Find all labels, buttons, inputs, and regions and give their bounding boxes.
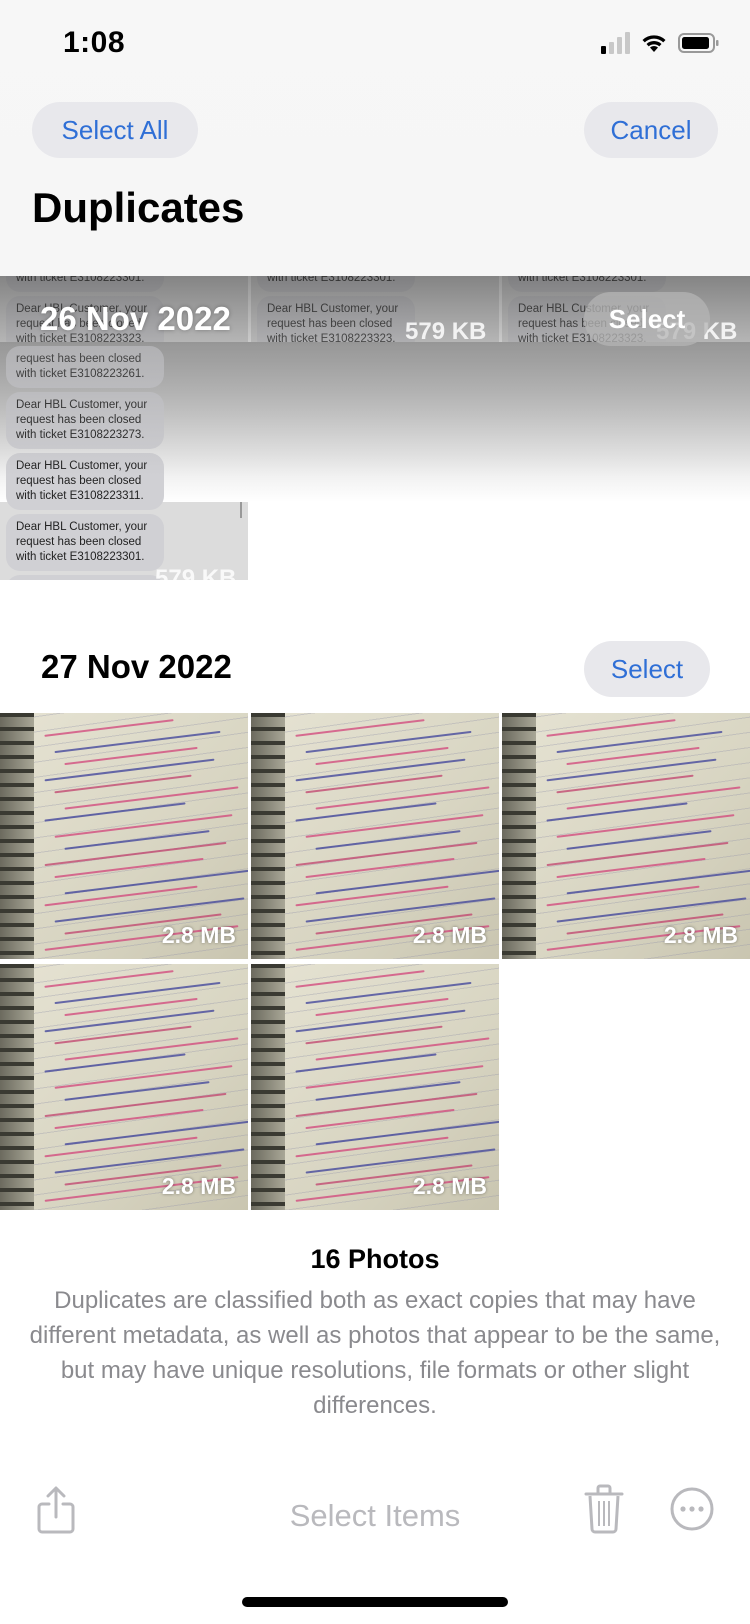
section-select-button[interactable]: Select <box>584 641 710 697</box>
file-size-label: 2.8 MB <box>161 1173 236 1199</box>
cancel-button[interactable]: Cancel <box>584 102 718 158</box>
home-indicator <box>242 1597 508 1607</box>
photo-thumbnail-overflow[interactable]: request has been closed with ticket E310… <box>0 342 248 580</box>
status-time: 1:08 <box>63 26 126 59</box>
photo-count: 16 Photos <box>310 1244 440 1274</box>
message-bubble: request has been closed with ticket E310… <box>6 276 164 292</box>
summary: 16 Photos Duplicates are classified both… <box>0 1244 750 1423</box>
photo-thumbnail[interactable]: 2.8 MB <box>0 713 248 959</box>
section-date: 26 Nov 2022 <box>40 300 231 337</box>
photo-thumbnail[interactable]: 2.8 MB <box>251 713 499 959</box>
file-size-label: 2.8 MB <box>161 922 236 948</box>
bottom-toolbar: Select Items <box>0 1484 750 1550</box>
status-icons <box>601 32 720 54</box>
section-select-button[interactable]: Select <box>584 292 710 346</box>
file-size-label: 2.8 MB <box>412 922 487 948</box>
notebook-spiral <box>251 964 285 1210</box>
file-size-label: 579 KB <box>155 565 237 592</box>
select-items-label: Select Items <box>289 1498 461 1533</box>
more-icon[interactable] <box>669 1486 715 1532</box>
wifi-icon <box>642 35 666 52</box>
message-bubble: request has been closed with ticket E310… <box>508 276 666 292</box>
section-date: 27 Nov 2022 <box>41 648 232 685</box>
photo-thumbnail[interactable]: 2.8 MB <box>0 964 248 1210</box>
battery-icon <box>678 33 719 53</box>
message-bubble: request has been closed with ticket E310… <box>257 276 415 292</box>
notebook-spiral <box>502 713 536 959</box>
message-bubble: Dear HBL Customer, your request has been… <box>6 453 164 510</box>
message-bubble: Dear HBL Customer, your request has been… <box>6 392 164 449</box>
file-size-label: 2.8 MB <box>663 922 738 948</box>
select-all-button[interactable]: Select All <box>32 102 198 158</box>
page-title: Duplicates <box>32 184 245 231</box>
message-bubble: request has been closed with ticket E310… <box>6 346 164 388</box>
cellular-signal-icon <box>601 32 630 54</box>
message-bubble: Dear HBL Customer, your request has been… <box>6 514 164 571</box>
notebook-spiral <box>0 713 34 959</box>
status-bar: 1:08 <box>0 0 750 90</box>
photo-thumbnail[interactable]: 2.8 MB <box>502 713 750 959</box>
notebook-spiral <box>251 713 285 959</box>
message-bubble: Dear HBL Customer, your request has been… <box>6 575 164 580</box>
duplicates-description: Duplicates are classified both as exact … <box>29 1287 721 1419</box>
trash-icon[interactable] <box>584 1484 624 1534</box>
file-size-label: 2.8 MB <box>412 1173 487 1199</box>
message-bubble: Dear HBL Customer, your request has been… <box>257 296 415 342</box>
file-size-label: 579 KB <box>405 318 487 345</box>
notebook-spiral <box>0 964 34 1210</box>
photo-thumbnail[interactable]: 2.8 MB <box>251 964 499 1210</box>
